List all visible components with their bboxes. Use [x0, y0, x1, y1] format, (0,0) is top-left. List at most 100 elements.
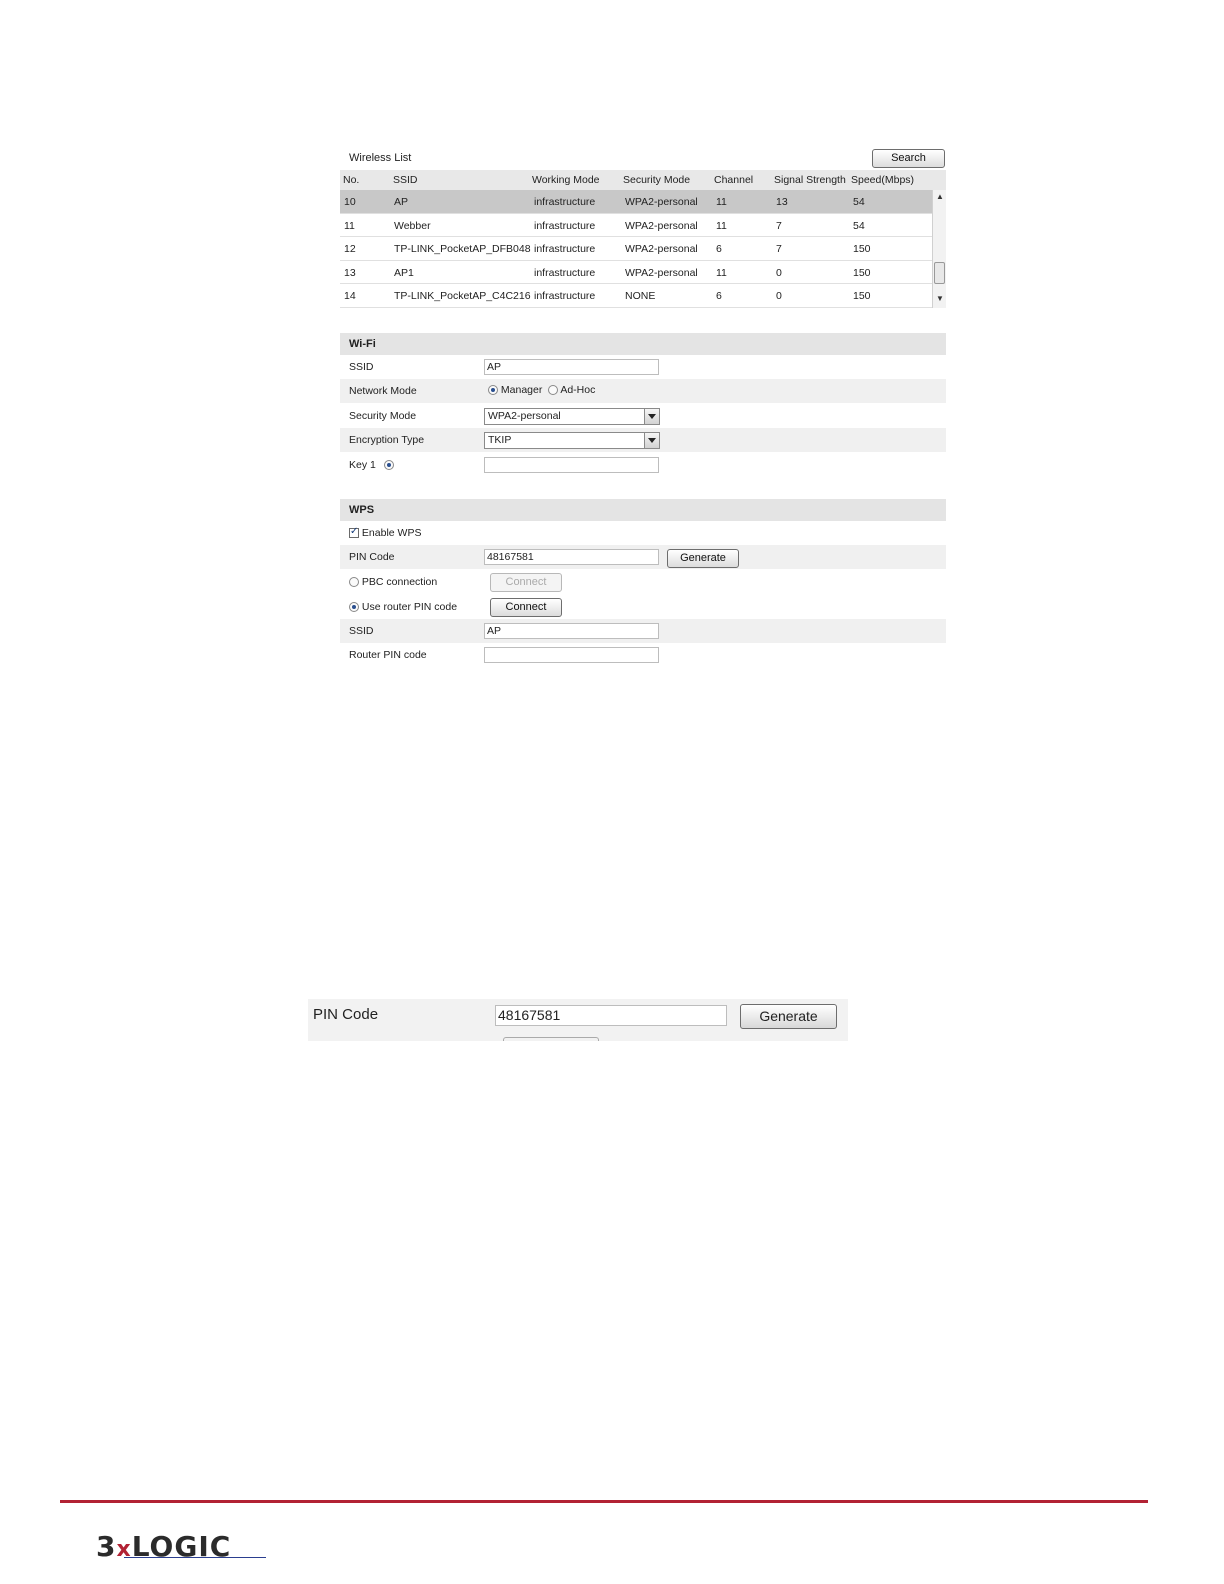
encryption-type-select[interactable]: TKIP	[484, 432, 660, 449]
router-pin-row: Router PIN code	[340, 643, 946, 667]
cell-signal: 0	[776, 290, 782, 302]
cell-no: 10	[344, 196, 356, 208]
encryption-type-row: Encryption Type TKIP	[340, 428, 946, 452]
wireless-list-scrollbar[interactable]: ▲ ▼	[932, 190, 946, 308]
pbc-label: PBC connection	[361, 576, 438, 588]
table-row[interactable]: 12 TP-LINK_PocketAP_DFB048 infrastructur…	[340, 237, 932, 261]
router-pin-option[interactable]: Use router PIN code	[349, 601, 457, 613]
column-header-security-mode: Security Mode	[623, 174, 691, 186]
cell-working-mode: infrastructure	[534, 196, 596, 208]
enable-wps-label: Enable WPS	[361, 527, 422, 539]
cell-ssid: Webber	[394, 219, 431, 232]
wps-ssid-label: SSID	[349, 625, 374, 637]
scroll-thumb[interactable]	[934, 262, 945, 284]
wps-heading: WPS	[349, 504, 375, 516]
cell-ssid: TP-LINK_PocketAP_DFB048	[394, 243, 531, 255]
radio-icon[interactable]	[383, 460, 394, 471]
wps-ssid-input[interactable]: AP	[484, 623, 659, 639]
cell-working-mode: infrastructure	[534, 266, 596, 279]
pbc-option[interactable]: PBC connection	[349, 576, 437, 588]
generate-button[interactable]: Generate	[667, 549, 739, 568]
cell-ssid: AP1	[394, 266, 414, 279]
zoom-pin-code-label: PIN Code	[313, 1006, 379, 1023]
wifi-heading: Wi-Fi	[349, 338, 376, 350]
radio-icon[interactable]	[349, 577, 359, 588]
radio-icon[interactable]	[349, 602, 359, 613]
wps-section-header: WPS	[340, 499, 946, 521]
key1-label: Key 1	[349, 459, 394, 471]
router-pin-option-label: Use router PIN code	[361, 601, 458, 613]
key1-input[interactable]	[484, 457, 659, 473]
chevron-down-icon[interactable]	[644, 409, 659, 424]
wireless-list-title: Wireless List	[349, 152, 412, 164]
network-mode-manager-label: Manager	[500, 384, 543, 396]
network-mode-adhoc-option[interactable]: Ad-Hoc	[548, 384, 595, 396]
cell-security-mode: NONE	[625, 290, 656, 302]
cell-ssid: AP	[394, 196, 409, 208]
zoom-pin-code-input[interactable]: 48167581	[495, 1005, 727, 1026]
table-row[interactable]: 13 AP1 infrastructure WPA2-personal 11 0…	[340, 261, 932, 284]
radio-icon[interactable]	[488, 385, 498, 396]
network-mode-adhoc-label: Ad-Hoc	[560, 384, 596, 396]
wifi-section-header: Wi-Fi	[340, 333, 946, 355]
table-row[interactable]: 11 Webber infrastructure WPA2-personal 1…	[340, 214, 932, 237]
cell-no: 14	[344, 290, 356, 302]
cell-speed: 150	[853, 243, 871, 255]
network-mode-row: Network Mode Manager Ad-Hoc	[340, 379, 946, 403]
cell-channel: 6	[716, 290, 722, 302]
cell-channel: 6	[716, 243, 722, 255]
cell-no: 12	[344, 243, 356, 255]
zoom-generate-button[interactable]: Generate	[740, 1004, 837, 1029]
radio-icon[interactable]	[548, 385, 558, 396]
security-mode-select[interactable]: WPA2-personal	[484, 408, 660, 425]
table-row[interactable]: 14 TP-LINK_PocketAP_C4C216 infrastructur…	[340, 284, 932, 308]
key1-row: Key 1	[340, 453, 946, 477]
wps-ssid-row: SSID AP	[340, 619, 946, 643]
column-header-signal-strength: Signal Strength	[774, 174, 846, 186]
table-row[interactable]: 10 AP infrastructure WPA2-personal 11 13…	[340, 190, 932, 214]
encryption-type-label: Encryption Type	[349, 434, 425, 446]
cell-no: 13	[344, 266, 356, 279]
enable-wps-row: Enable WPS	[340, 521, 946, 545]
router-connect-button[interactable]: Connect	[490, 598, 562, 617]
cell-security-mode: WPA2-personal	[625, 219, 698, 232]
wireless-list-header: No. SSID Working Mode Security Mode Chan…	[340, 170, 946, 190]
company-logo: 3xLOGIC	[96, 1530, 232, 1563]
pin-code-input[interactable]: 48167581	[484, 549, 659, 565]
wireless-list-panel: Wireless List Search No. SSID Working Mo…	[340, 146, 946, 310]
cell-working-mode: infrastructure	[534, 219, 596, 232]
scroll-down-icon[interactable]: ▼	[936, 294, 944, 303]
cell-signal: 0	[776, 266, 782, 279]
pbc-connect-button[interactable]: Connect	[490, 573, 562, 592]
wifi-ssid-input[interactable]: AP	[484, 359, 659, 375]
logo-part-a: 3	[96, 1530, 117, 1563]
pin-code-zoom-detail: PIN Code 48167581 Generate	[308, 999, 848, 1041]
logo-part-x: x	[116, 1537, 132, 1562]
security-mode-row: Security Mode WPA2-personal	[340, 404, 946, 428]
footer-divider	[60, 1500, 1148, 1503]
search-button[interactable]: Search	[872, 149, 945, 168]
scroll-up-icon[interactable]: ▲	[936, 192, 944, 201]
network-mode-manager-option[interactable]: Manager	[488, 384, 542, 396]
cell-speed: 150	[853, 266, 871, 279]
cell-speed: 150	[853, 290, 871, 302]
enable-wps-option[interactable]: Enable WPS	[349, 526, 422, 539]
zoom-partial-button-edge	[503, 1037, 599, 1041]
security-mode-value: WPA2-personal	[488, 410, 561, 422]
column-header-working-mode: Working Mode	[532, 174, 600, 186]
cell-speed: 54	[853, 196, 865, 208]
pin-code-label: PIN Code	[349, 551, 395, 563]
cell-no: 11	[344, 219, 355, 232]
checkbox-icon[interactable]	[349, 526, 359, 539]
cell-working-mode: infrastructure	[534, 290, 596, 302]
cell-speed: 54	[853, 219, 865, 232]
wireless-list-body: 10 AP infrastructure WPA2-personal 11 13…	[340, 190, 932, 308]
router-pin-input[interactable]	[484, 647, 659, 663]
logo-underline	[124, 1557, 266, 1558]
pin-code-row: PIN Code 48167581 Generate	[340, 545, 946, 569]
wps-section: WPS Enable WPS PIN Code 48167581 Generat…	[340, 499, 946, 669]
encryption-type-value: TKIP	[488, 434, 512, 446]
security-mode-label: Security Mode	[349, 410, 417, 422]
chevron-down-icon[interactable]	[644, 433, 659, 448]
logo-part-b: LOGIC	[131, 1530, 232, 1563]
